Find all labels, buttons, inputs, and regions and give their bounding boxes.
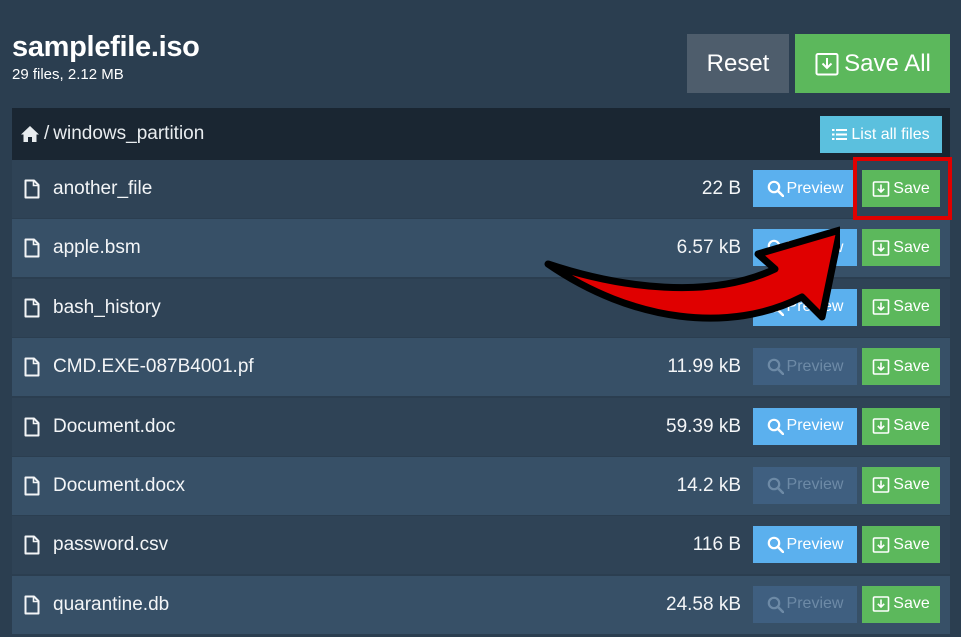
download-icon xyxy=(815,52,839,75)
file-size: 11.99 kB xyxy=(667,356,741,378)
file-size: 14.2 kB xyxy=(676,474,741,496)
save-button[interactable]: Save xyxy=(862,348,940,386)
file-size: 6.57 kB xyxy=(676,237,741,259)
save-label: Save xyxy=(893,238,930,256)
download-icon xyxy=(872,477,890,494)
download-icon xyxy=(872,358,890,375)
breadcrumb-separator: / xyxy=(44,123,50,144)
save-label: Save xyxy=(893,179,930,197)
search-icon xyxy=(767,596,784,613)
file-icon xyxy=(24,238,40,258)
file-name[interactable]: another_file xyxy=(53,178,152,200)
list-all-files-button[interactable]: List all files xyxy=(820,116,942,153)
preview-button: Preview xyxy=(753,348,857,386)
preview-label: Preview xyxy=(786,595,844,613)
search-icon xyxy=(767,240,784,257)
file-size: 59.39 kB xyxy=(666,415,741,437)
save-button[interactable]: Save xyxy=(862,585,940,623)
search-icon xyxy=(767,299,784,316)
search-icon xyxy=(767,418,784,435)
home-icon[interactable] xyxy=(20,125,40,143)
file-name[interactable]: bash_history xyxy=(53,297,161,319)
list-all-label: List all files xyxy=(851,125,930,143)
download-icon xyxy=(872,418,890,434)
archive-header: samplefile.iso 29 files, 2.12 MB xyxy=(12,30,200,84)
save-button[interactable]: Save xyxy=(862,229,940,267)
preview-button: Preview xyxy=(753,466,857,504)
file-row: another_file 22 B Preview Save xyxy=(12,160,950,218)
file-icon xyxy=(24,357,40,377)
search-icon xyxy=(767,477,784,494)
download-icon xyxy=(872,596,890,613)
page-title: samplefile.iso xyxy=(12,31,200,63)
file-row: quarantine.db 24.58 kB Preview Save xyxy=(12,575,950,634)
save-button[interactable]: Save xyxy=(862,170,940,207)
file-row: CMD.EXE-087B4001.pf 11.99 kB Preview Save xyxy=(12,338,950,397)
save-label: Save xyxy=(893,298,930,316)
file-icon xyxy=(24,476,40,496)
preview-label: Preview xyxy=(786,179,844,197)
file-name[interactable]: apple.bsm xyxy=(53,237,141,259)
download-icon xyxy=(872,240,890,256)
search-icon xyxy=(767,358,784,376)
save-label: Save xyxy=(893,357,930,375)
file-row: password.csv 116 B Preview Save xyxy=(12,516,950,575)
preview-label: Preview xyxy=(786,476,844,494)
file-name[interactable]: Document.doc xyxy=(53,416,176,438)
breadcrumb-current[interactable]: windows_partition xyxy=(53,123,204,145)
preview-button: Preview xyxy=(753,585,857,623)
file-name[interactable]: password.csv xyxy=(53,534,168,556)
preview-button[interactable]: Preview xyxy=(753,526,857,564)
save-all-button[interactable]: Save All xyxy=(795,34,950,93)
save-button[interactable]: Save xyxy=(862,288,940,326)
download-icon xyxy=(872,537,890,553)
file-row: Document.docx 14.2 kB Preview Save xyxy=(12,456,950,515)
file-row: apple.bsm 6.57 kB Preview Save xyxy=(12,219,950,278)
save-label: Save xyxy=(893,595,930,613)
file-icon xyxy=(24,179,40,199)
save-label: Save xyxy=(893,417,930,435)
save-button[interactable]: Save xyxy=(862,526,940,564)
file-icon xyxy=(24,535,40,555)
file-icon xyxy=(24,417,40,437)
breadcrumb: / windows_partition xyxy=(12,108,950,160)
file-name[interactable]: CMD.EXE-087B4001.pf xyxy=(53,356,254,378)
file-list: another_file 22 B Preview Save apple.bsm 6.57… xyxy=(12,160,950,635)
preview-button[interactable]: Preview xyxy=(753,229,857,267)
file-row: Document.doc 59.39 kB Preview Save xyxy=(12,397,950,456)
preview-label: Preview xyxy=(786,238,844,256)
save-label: Save xyxy=(893,476,930,494)
preview-label: Preview xyxy=(786,357,844,375)
file-name[interactable]: quarantine.db xyxy=(53,594,169,616)
preview-button[interactable]: Preview xyxy=(753,288,857,326)
preview-label: Preview xyxy=(786,535,844,553)
file-size: 116 B xyxy=(692,534,741,556)
file-icon xyxy=(24,298,40,318)
file-size: 22 B xyxy=(701,178,741,199)
archive-summary: 29 files, 2.12 MB xyxy=(12,66,124,83)
save-button[interactable]: Save xyxy=(862,466,940,504)
file-name[interactable]: Document.docx xyxy=(53,475,185,497)
save-button[interactable]: Save xyxy=(862,407,940,445)
preview-button[interactable]: Preview xyxy=(753,407,857,445)
list-icon xyxy=(832,129,848,140)
file-icon xyxy=(24,595,40,615)
save-label: Save xyxy=(893,535,930,553)
search-icon xyxy=(767,180,784,197)
reset-label: Reset xyxy=(706,49,770,77)
download-icon xyxy=(872,299,890,316)
download-icon xyxy=(872,180,890,197)
preview-label: Preview xyxy=(786,298,844,316)
breadcrumb-path: / windows_partition xyxy=(20,123,204,145)
preview-label: Preview xyxy=(786,417,844,435)
file-row: bash_history Preview Save xyxy=(12,278,950,337)
search-icon xyxy=(767,537,784,554)
file-size: 24.58 kB xyxy=(666,593,741,615)
preview-button[interactable]: Preview xyxy=(753,170,857,207)
reset-button[interactable]: Reset xyxy=(687,34,789,93)
save-all-label: Save All xyxy=(844,49,931,77)
